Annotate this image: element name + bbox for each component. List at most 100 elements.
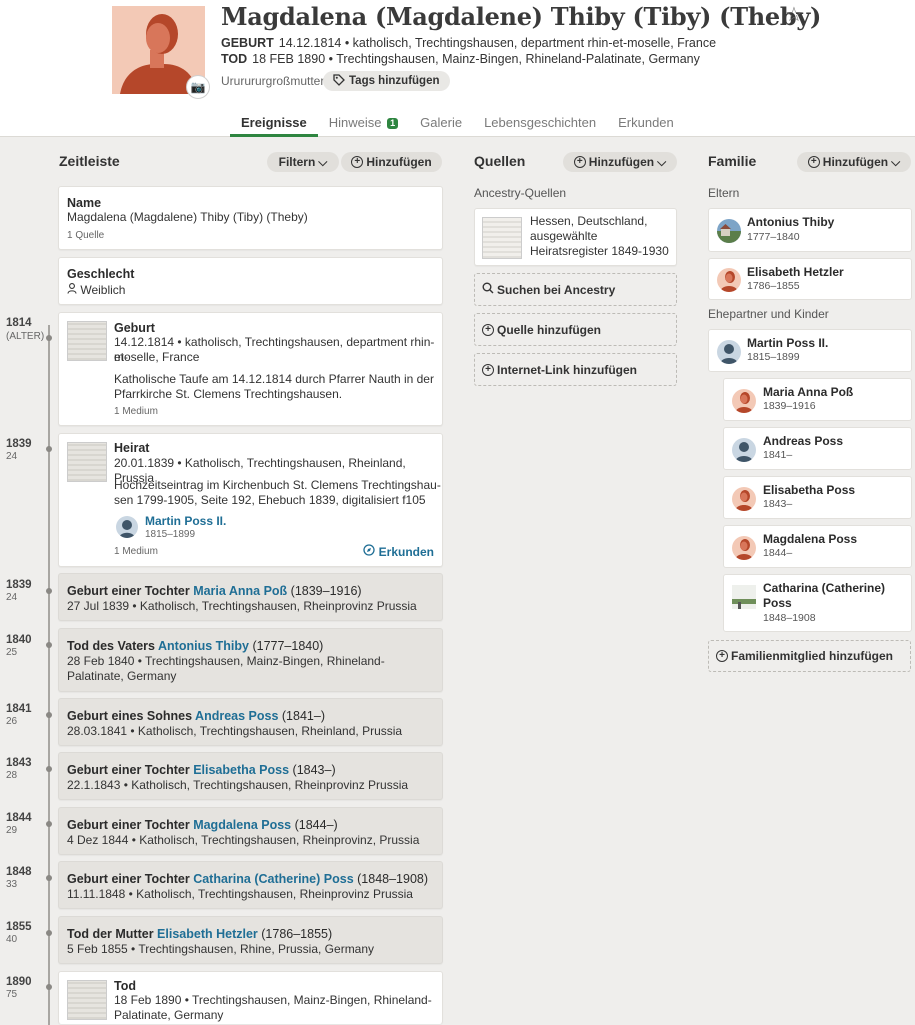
birth-event-note1: Katholische Taufe am 14.12.1814 durch Pf… bbox=[114, 372, 434, 386]
name-card[interactable]: Name Magdalena (Magdalene) Thiby (Tiby) … bbox=[58, 186, 443, 250]
spouse-card[interactable]: Martin Poss II. 1815–1899 bbox=[708, 329, 912, 372]
camera-icon[interactable]: 📷 bbox=[186, 75, 210, 99]
event-title: Geburt einer Tochter Elisabetha Poss (18… bbox=[67, 763, 336, 777]
timeline-dot bbox=[46, 766, 52, 772]
filter-button[interactable]: Filtern ⌵ bbox=[267, 152, 339, 172]
gender-card[interactable]: Geschlecht Weiblich bbox=[58, 257, 443, 305]
event-prefix: Tod der Mutter bbox=[67, 927, 158, 941]
child-card[interactable]: Andreas Poss 1841– bbox=[723, 427, 912, 470]
member-dates: 1841– bbox=[763, 449, 793, 461]
female-avatar-icon bbox=[732, 487, 756, 511]
timeline-dot bbox=[46, 821, 52, 827]
member-dates: 1839–1916 bbox=[763, 400, 816, 412]
event-detail: 22.1.1843 • Katholisch, Trechtingshausen… bbox=[67, 778, 409, 792]
family-member-card[interactable]: Elisabeth Hetzler 1786–1855 bbox=[708, 258, 912, 300]
event-card-mother-death[interactable]: Tod der Mutter Elisabeth Hetzler (1786–1… bbox=[58, 916, 443, 964]
family-member-card[interactable]: Antonius Thiby 1777–1840 bbox=[708, 208, 912, 252]
document-thumbnail[interactable] bbox=[67, 980, 107, 1020]
person-link[interactable]: Andreas Poss bbox=[195, 709, 278, 723]
profile-header: 📷 Magdalena (Magdalene) Thiby (Tiby) (Th… bbox=[0, 0, 915, 137]
event-card-son-birth[interactable]: Geburt eines Sohnes Andreas Poss (1841–)… bbox=[58, 698, 443, 746]
person-link[interactable]: Elisabetha Poss bbox=[193, 763, 289, 777]
person-link[interactable]: Elisabeth Hetzler bbox=[157, 927, 258, 941]
birth-event-note2: Pfarrkirche St. Clemens Trechtingshausen… bbox=[114, 387, 343, 401]
source-record-card[interactable]: Hessen, Deutschland, ausgewählte Heirats… bbox=[474, 208, 677, 266]
timeline-add-button[interactable]: + Hinzufügen bbox=[341, 152, 442, 172]
marriage-event-card[interactable]: Heirat 20.01.1839 • Katholisch, Trechtin… bbox=[58, 433, 443, 567]
tab-galerie[interactable]: Galerie bbox=[409, 112, 473, 137]
timeline-year: 1839 bbox=[6, 438, 32, 450]
child-card[interactable]: Maria Anna Poß 1839–1916 bbox=[723, 378, 912, 421]
family-add-button[interactable]: + Hinzufügen ⌵ bbox=[797, 152, 911, 172]
tab-lebensgeschichten[interactable]: Lebensgeschichten bbox=[473, 112, 607, 137]
add-tags-button[interactable]: Tags hinzufügen bbox=[323, 71, 450, 91]
child-card[interactable]: Catharina (Catherine) Poss 1848–1908 bbox=[723, 574, 912, 632]
person-photo bbox=[717, 219, 741, 243]
record-title-line1: Hessen, Deutschland, bbox=[530, 214, 648, 228]
star-icon[interactable]: ☆ bbox=[785, 2, 803, 27]
person-link[interactable]: Antonius Thiby bbox=[158, 639, 249, 653]
spouse-link[interactable]: Martin Poss II. bbox=[145, 514, 226, 528]
event-lifespan: (1786–1855) bbox=[257, 927, 333, 941]
male-avatar-icon bbox=[732, 438, 756, 462]
parents-label: Eltern bbox=[708, 186, 740, 200]
add-source-button[interactable]: + Quelle hinzufügen bbox=[474, 313, 677, 346]
explore-link[interactable]: Erkunden bbox=[363, 544, 434, 559]
timeline-age: 33 bbox=[6, 879, 18, 890]
member-dates: 1844– bbox=[763, 547, 793, 559]
timeline-year: 1839 bbox=[6, 579, 32, 591]
event-title: Geburt einer Tochter Magdalena Poss (184… bbox=[67, 818, 338, 832]
child-card[interactable]: Elisabetha Poss 1843– bbox=[723, 476, 912, 519]
event-card-daughter-birth[interactable]: Geburt einer Tochter Maria Anna Poß (183… bbox=[58, 573, 443, 621]
event-card-daughter-birth[interactable]: Geburt einer Tochter Magdalena Poss (184… bbox=[58, 807, 443, 855]
event-title: Geburt eines Sohnes Andreas Poss (1841–) bbox=[67, 709, 325, 723]
event-card-father-death[interactable]: Tod des Vaters Antonius Thiby (1777–1840… bbox=[58, 628, 443, 692]
event-lifespan: (1848–1908) bbox=[353, 872, 429, 886]
timeline-year: 1843 bbox=[6, 757, 32, 769]
family-title: Familie bbox=[708, 153, 757, 169]
marriage-event-note1: Hochzeitseintrag im Kirchenbuch St. Clem… bbox=[114, 478, 441, 492]
member-dates: 1848–1908 bbox=[763, 612, 816, 624]
event-lifespan: (1843–) bbox=[289, 763, 336, 777]
tab-ereignisse[interactable]: Ereignisse bbox=[230, 112, 318, 137]
search-icon bbox=[482, 282, 494, 297]
birth-value: 14.12.1814 • katholisch, Trechtingshause… bbox=[278, 36, 717, 50]
event-card-daughter-birth[interactable]: Geburt einer Tochter Elisabetha Poss (18… bbox=[58, 752, 443, 800]
member-name: Andreas Poss bbox=[763, 434, 844, 448]
person-link[interactable]: Catharina (Catherine) Poss bbox=[193, 872, 353, 886]
document-thumbnail[interactable] bbox=[67, 321, 107, 361]
search-ancestry-label: Suchen bei Ancestry bbox=[497, 282, 616, 297]
birth-fact: GEBURT 14.12.1814 • katholisch, Trechting… bbox=[221, 36, 716, 50]
plus-circle-icon: + bbox=[807, 156, 820, 168]
tab-hinweise[interactable]: Hinweise 1 bbox=[318, 112, 409, 137]
sources-add-button[interactable]: + Hinzufügen ⌵ bbox=[563, 152, 677, 172]
event-lifespan: (1841–) bbox=[278, 709, 325, 723]
filter-label: Filtern bbox=[278, 155, 316, 169]
compass-icon bbox=[363, 544, 378, 559]
timeline-title: Zeitleiste bbox=[59, 153, 120, 169]
add-label: Hinzufügen bbox=[822, 155, 889, 169]
event-card-daughter-birth[interactable]: Geburt einer Tochter Catharina (Catherin… bbox=[58, 861, 443, 909]
add-web-link-button[interactable]: + Internet-Link hinzufügen bbox=[474, 353, 677, 386]
member-name: Catharina (Catherine) bbox=[763, 581, 886, 595]
search-ancestry-button[interactable]: Suchen bei Ancestry bbox=[474, 273, 677, 306]
chevron-down-icon: ⌵ bbox=[891, 154, 901, 169]
person-name: Magdalena (Magdalene) Thiby (Tiby) (Theb… bbox=[221, 2, 822, 31]
spouse-avatar[interactable] bbox=[116, 516, 138, 538]
timeline-year: 1855 bbox=[6, 921, 32, 933]
person-link[interactable]: Magdalena Poss bbox=[193, 818, 291, 832]
timeline-year: 1840 bbox=[6, 634, 32, 646]
chevron-down-icon: ⌵ bbox=[657, 154, 667, 169]
child-card[interactable]: Magdalena Poss 1844– bbox=[723, 525, 912, 568]
add-family-member-button[interactable]: + Familienmitglied hinzufügen bbox=[708, 640, 911, 672]
gender-card-title: Geschlecht bbox=[67, 267, 135, 281]
birth-event-media: 1 Medium bbox=[114, 406, 158, 417]
birth-event-card[interactable]: Geburt 14.12.1814 • katholisch, Trechtin… bbox=[58, 312, 443, 426]
death-event-card[interactable]: Tod 18 Feb 1890 • Trechtingshausen, Main… bbox=[58, 971, 443, 1024]
person-link[interactable]: Maria Anna Poß bbox=[193, 584, 287, 598]
document-thumbnail[interactable] bbox=[67, 442, 107, 482]
female-avatar-icon bbox=[732, 389, 756, 413]
tab-label: Erkunden bbox=[618, 115, 674, 130]
tab-erkunden[interactable]: Erkunden bbox=[607, 112, 685, 137]
name-card-sources: 1 Quelle bbox=[67, 230, 105, 241]
